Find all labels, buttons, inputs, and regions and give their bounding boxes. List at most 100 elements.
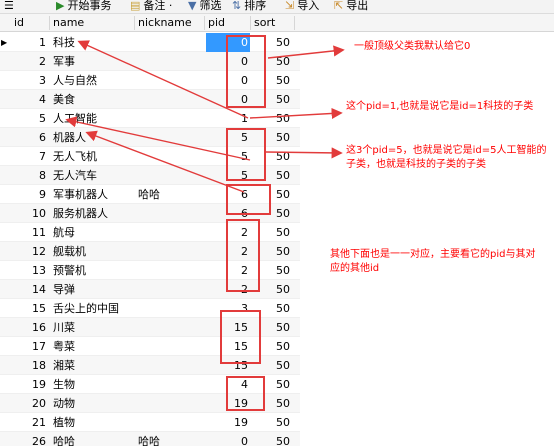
row-pointer-icon	[1, 261, 11, 280]
cell-name[interactable]: 动物	[53, 394, 133, 413]
cell-sort[interactable]: 50	[252, 432, 292, 446]
cell-name[interactable]: 机器人	[53, 128, 133, 147]
cell-nickname[interactable]	[138, 242, 204, 261]
column-header-id[interactable]: id	[14, 14, 24, 32]
column-divider[interactable]	[134, 16, 135, 30]
cell-id[interactable]: 15	[14, 299, 48, 318]
cell-id[interactable]: 3	[14, 71, 48, 90]
cell-id[interactable]: 12	[14, 242, 48, 261]
cell-pid[interactable]: 1	[206, 109, 250, 128]
menu-button[interactable]: ☰	[4, 0, 14, 13]
cell-sort[interactable]: 50	[252, 413, 292, 432]
export-button[interactable]: ⇱ 导出	[334, 0, 368, 13]
import-button[interactable]: ⇲ 导入	[285, 0, 319, 13]
cell-id[interactable]: 21	[14, 413, 48, 432]
cell-id[interactable]: 17	[14, 337, 48, 356]
cell-name[interactable]: 人工智能	[53, 109, 133, 128]
cell-nickname[interactable]	[138, 337, 204, 356]
cell-nickname[interactable]: 哈哈	[138, 432, 204, 446]
column-divider[interactable]	[294, 16, 295, 30]
cell-id[interactable]: 9	[14, 185, 48, 204]
cell-name[interactable]: 植物	[53, 413, 133, 432]
cell-name[interactable]: 舰载机	[53, 242, 133, 261]
table-row[interactable]: 5 人工智能 1 50	[0, 109, 300, 128]
cell-id[interactable]: 7	[14, 147, 48, 166]
cell-nickname[interactable]	[138, 204, 204, 223]
cell-name[interactable]: 科技	[53, 33, 133, 52]
cell-id[interactable]: 16	[14, 318, 48, 337]
row-pointer-icon	[1, 318, 11, 337]
cell-nickname[interactable]	[138, 261, 204, 280]
cell-name[interactable]: 服务机器人	[53, 204, 133, 223]
cell-name[interactable]: 舌尖上的中国	[53, 299, 133, 318]
cell-id[interactable]: 26	[14, 432, 48, 446]
cell-id[interactable]: 18	[14, 356, 48, 375]
cell-nickname[interactable]	[138, 413, 204, 432]
cell-nickname[interactable]: 哈哈	[138, 185, 204, 204]
sort-button[interactable]: ⇅ 排序	[232, 0, 266, 13]
row-pointer-icon	[1, 280, 11, 299]
cell-id[interactable]: 4	[14, 90, 48, 109]
table-row[interactable]: 21 植物 19 50	[0, 413, 300, 432]
cell-nickname[interactable]	[138, 318, 204, 337]
cell-nickname[interactable]	[138, 52, 204, 71]
cell-id[interactable]: 19	[14, 375, 48, 394]
cell-nickname[interactable]	[138, 223, 204, 242]
column-divider[interactable]	[49, 16, 50, 30]
cell-pid[interactable]: 0	[206, 432, 250, 446]
cell-id[interactable]: 14	[14, 280, 48, 299]
cell-name[interactable]: 航母	[53, 223, 133, 242]
cell-pid[interactable]: 19	[206, 413, 250, 432]
column-divider[interactable]	[250, 16, 251, 30]
cell-name[interactable]: 哈哈	[53, 432, 133, 446]
cell-name[interactable]: 美食	[53, 90, 133, 109]
cell-id[interactable]: 11	[14, 223, 48, 242]
cell-nickname[interactable]	[138, 109, 204, 128]
pid-highlight-box	[226, 35, 266, 108]
sort-icon: ⇅	[232, 0, 242, 12]
cell-name[interactable]: 军事机器人	[53, 185, 133, 204]
cell-nickname[interactable]	[138, 280, 204, 299]
cell-id[interactable]: 2	[14, 52, 48, 71]
cell-name[interactable]: 军事	[53, 52, 133, 71]
cell-nickname[interactable]	[138, 33, 204, 52]
pid-highlight-box	[220, 310, 261, 364]
cell-nickname[interactable]	[138, 394, 204, 413]
column-divider[interactable]	[204, 16, 205, 30]
cell-sort[interactable]: 50	[252, 109, 292, 128]
pid-highlight-box	[226, 128, 266, 181]
cell-nickname[interactable]	[138, 375, 204, 394]
cell-id[interactable]: 8	[14, 166, 48, 185]
cell-id[interactable]: 6	[14, 128, 48, 147]
cell-name[interactable]: 预警机	[53, 261, 133, 280]
cell-name[interactable]: 无人飞机	[53, 147, 133, 166]
column-header-name[interactable]: name	[53, 14, 84, 32]
cell-name[interactable]: 湘菜	[53, 356, 133, 375]
begin-transaction-button[interactable]: ▶ 开始事务	[56, 0, 111, 13]
cell-nickname[interactable]	[138, 356, 204, 375]
cell-id[interactable]: 20	[14, 394, 48, 413]
note-button[interactable]: ▤ 备注 ·	[130, 0, 172, 13]
table-row[interactable]: 26 哈哈 哈哈 0 50	[0, 432, 300, 446]
cell-name[interactable]: 粤菜	[53, 337, 133, 356]
cell-name[interactable]: 川菜	[53, 318, 133, 337]
cell-name[interactable]: 导弹	[53, 280, 133, 299]
column-header-sort[interactable]: sort	[254, 14, 275, 32]
cell-nickname[interactable]	[138, 90, 204, 109]
sort-label: 排序	[244, 0, 267, 12]
cell-id[interactable]: 13	[14, 261, 48, 280]
cell-id[interactable]: 10	[14, 204, 48, 223]
cell-nickname[interactable]	[138, 166, 204, 185]
cell-name[interactable]: 生物	[53, 375, 133, 394]
cell-name[interactable]: 人与自然	[53, 71, 133, 90]
cell-nickname[interactable]	[138, 299, 204, 318]
cell-id[interactable]: 1	[14, 33, 48, 52]
cell-name[interactable]: 无人汽车	[53, 166, 133, 185]
cell-nickname[interactable]	[138, 71, 204, 90]
column-header-nickname[interactable]: nickname	[138, 14, 192, 32]
cell-nickname[interactable]	[138, 128, 204, 147]
column-header-pid[interactable]: pid	[208, 14, 225, 32]
cell-id[interactable]: 5	[14, 109, 48, 128]
filter-button[interactable]: ▼ 筛选	[188, 0, 221, 13]
cell-nickname[interactable]	[138, 147, 204, 166]
